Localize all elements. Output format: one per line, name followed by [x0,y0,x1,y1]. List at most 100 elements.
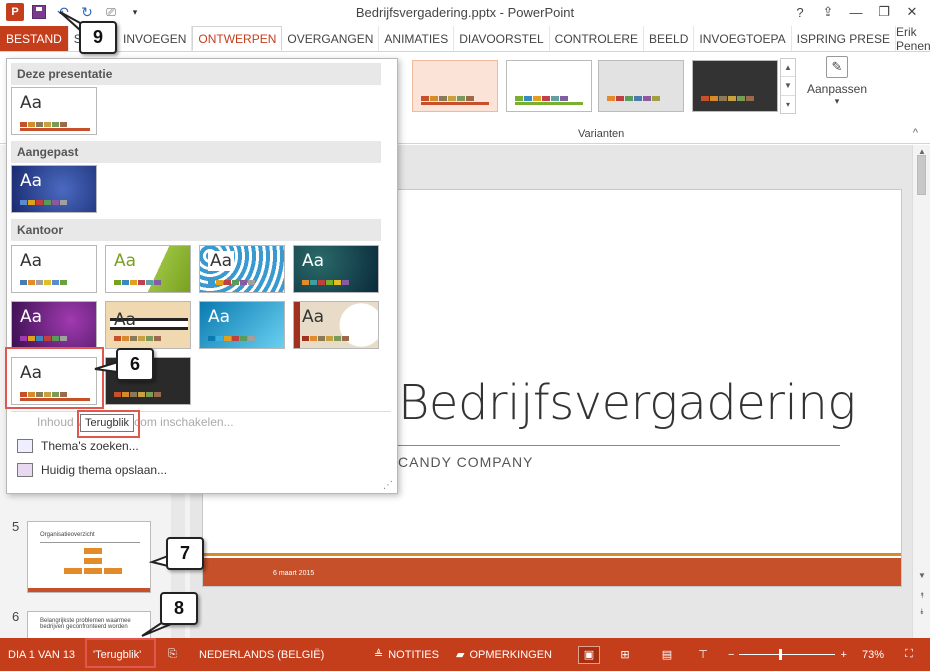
theme-custom[interactable]: Aa [11,165,97,213]
user-account[interactable]: Erik Penen ▾ [896,25,930,53]
zoom-out-icon[interactable]: − [728,649,734,661]
thumbnail-title: Organisatieoverzicht [40,532,95,538]
tab-file[interactable]: BESTAND [0,26,69,51]
callout-6: 6 [116,348,154,381]
redo-icon[interactable]: ↻ [78,3,96,21]
tab-view[interactable]: BEELD [644,26,695,51]
tab-animations[interactable]: ANIMATIES [379,26,455,51]
slideshow-from-start-icon[interactable]: ⎚ [102,3,120,21]
collapse-ribbon-icon[interactable]: ^ [913,127,918,139]
editor-scrollbar[interactable]: ▲ ▼ ⯭ ⯯ [912,145,930,638]
theme-current[interactable]: Aa [11,87,97,135]
zoom-level[interactable]: 73% [862,638,884,671]
customize-button[interactable]: ✎ Aanpassen ▾ [806,56,868,107]
status-theme-highlight [85,638,156,668]
theme-organic[interactable]: Aa [293,245,379,293]
customize-caret-icon: ▾ [834,96,840,106]
theme-slice[interactable]: Aa [199,301,285,349]
help-button[interactable]: ? [786,2,814,22]
slide-subtitle[interactable]: CANDY COMPANY [398,454,533,470]
gallery-more-icon[interactable]: ▾ [781,96,795,113]
tab-addins[interactable]: INVOEGTOEPA [694,26,792,51]
next-slide-icon[interactable]: ⯯ [913,607,930,617]
theme-preview-text: Aa [208,307,231,327]
tab-transitions[interactable]: OVERGANGEN [282,26,380,51]
theme-preview-text: Aa [302,251,325,271]
tab-slideshow[interactable]: DIAVOORSTEL [454,26,550,51]
browse-themes-icon [17,439,33,453]
section-office: Kantoor [11,219,381,241]
variants-gallery-scroll[interactable]: ▲ ▼ ▾ [780,58,796,114]
language-indicator[interactable]: NEDERLANDS (BELGIË) [199,638,324,671]
restore-button[interactable]: ❐ [870,2,898,22]
customize-icon: ✎ [826,56,848,78]
slide-counter[interactable]: DIA 1 VAN 13 [8,638,75,671]
theme-office[interactable]: Aa [11,245,97,293]
variant-2[interactable] [506,60,592,112]
previous-slide-icon[interactable]: ⯭ [913,591,930,601]
slide-date: 6 maart 2015 [273,570,315,577]
undo-icon[interactable]: ↶ [54,3,72,21]
comments-button[interactable]: ▰ OPMERKINGEN [456,638,552,671]
theme-preview-text: Aa [20,307,43,327]
scroll-down-icon[interactable]: ▼ [913,571,930,580]
variant-3[interactable] [598,60,684,112]
save-icon[interactable] [30,3,48,21]
notes-button[interactable]: ≜ NOTITIES [374,638,439,671]
browse-themes-label: Thema's zoeken... [41,439,139,453]
zoom-slider[interactable]: − + [728,638,847,671]
theme-preview-text: Aa [20,171,43,191]
thumbnail-number: 6 [12,609,20,624]
slideshow-icon[interactable]: ⊤ [692,646,714,664]
slide-accent-line [203,553,901,556]
save-theme-label: Huidig thema opslaan... [41,463,168,477]
theme-savon[interactable]: Aa [293,301,379,349]
theme-wisp[interactable]: Aa [11,301,97,349]
minimize-button[interactable]: — [842,2,870,22]
variant-1[interactable] [412,60,498,112]
notes-icon: ≜ [374,649,384,661]
gallery-down-icon[interactable]: ▼ [781,77,795,96]
close-button[interactable]: ✕ [898,2,926,22]
fit-to-window-icon[interactable]: ⛶ [898,646,920,664]
browse-themes-item[interactable]: Thema's zoeken... [17,439,139,453]
notes-label: NOTITIES [388,648,439,661]
title-divider [398,445,840,446]
customize-qat-icon[interactable]: ▾ [126,3,144,21]
save-theme-item[interactable]: Huidig thema opslaan... [17,463,167,477]
theme-preview-text: Aa [20,93,43,113]
theme-ion[interactable]: Aa [199,245,285,293]
powerpoint-logo-icon[interactable]: P [6,3,24,21]
theme-preview-text: Aa [114,251,137,271]
resize-grip-icon[interactable]: ⋰ [383,480,393,491]
tab-review[interactable]: CONTROLERE [550,26,645,51]
selected-theme-highlight [5,347,104,409]
slide-thumbnail-6[interactable]: Belangrijkste problemen waarmee bedrijve… [27,611,151,641]
title-bar: P ↶ ↻ ⎚ ▾ Bedrijfsvergadering.pptx - Pow… [0,0,930,26]
theme-parallax[interactable]: Aa [105,301,191,349]
ribbon-display-options-icon[interactable]: ⇪ [814,2,842,22]
callout-9: 9 [79,21,117,54]
tab-insert[interactable]: INVOEGEN [118,26,193,51]
zoom-in-icon[interactable]: + [840,649,846,661]
scrollbar-thumb[interactable] [917,155,926,195]
tab-design[interactable]: ONTWERPEN [192,26,283,51]
comment-icon: ▰ [456,649,465,661]
slide-sorter-icon[interactable]: ⊞ [614,646,636,664]
theme-preview-text: Aa [302,307,325,327]
thumbnail-number: 5 [12,519,20,534]
section-custom: Aangepast [11,141,381,163]
variants-group-label: Varianten [578,128,625,140]
quick-access-toolbar: P ↶ ↻ ⎚ ▾ [6,3,144,21]
gallery-up-icon[interactable]: ▲ [781,59,795,78]
slide-title[interactable]: Bedrijfsvergadering [398,375,856,431]
theme-preview-text: Aa [208,251,235,271]
slide-thumbnail-5[interactable]: Organisatieoverzicht [27,521,151,593]
variant-4[interactable] [692,60,778,112]
theme-facet[interactable]: Aa [105,245,191,293]
themes-dropdown: Deze presentatie Aa Aangepast Aa Kantoor… [6,58,398,494]
normal-view-icon[interactable]: ▣ [578,645,600,664]
tab-ispring[interactable]: ISPRING PRESE [792,26,896,51]
reading-view-icon[interactable]: ▤ [656,646,678,664]
spellcheck-icon[interactable]: ⎘ [168,638,177,671]
